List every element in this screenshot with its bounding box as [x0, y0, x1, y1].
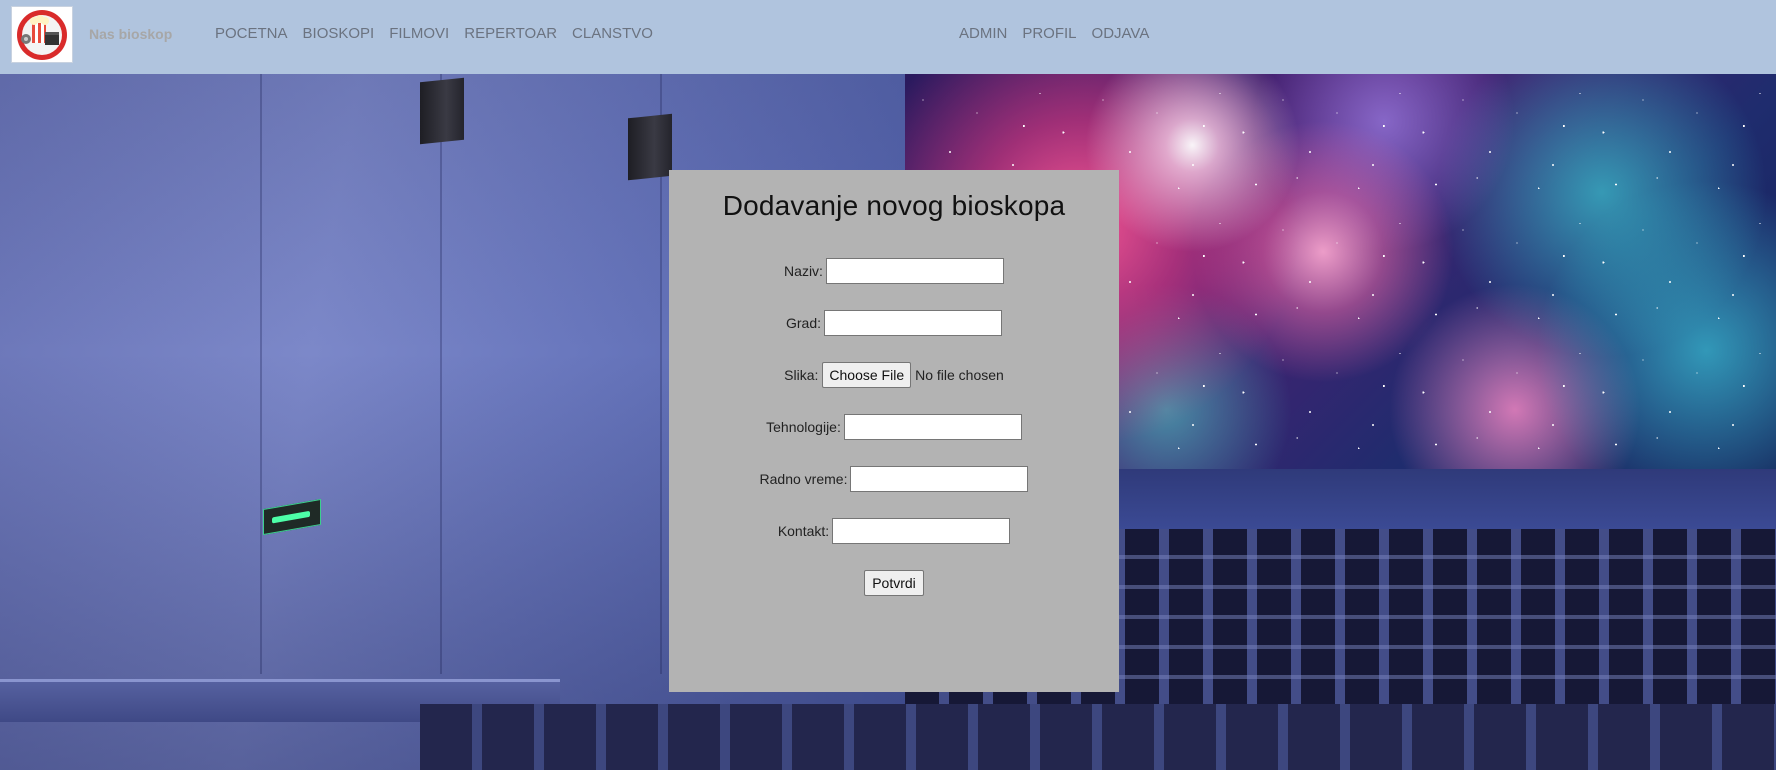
form-row-slika: Slika: Choose File No file chosen [669, 362, 1119, 388]
slika-label: Slika: [784, 367, 819, 383]
radno-vreme-input[interactable] [850, 466, 1029, 492]
user-nav: ADMIN PROFIL ODJAVA [959, 25, 1149, 42]
nav-link-bioskopi[interactable]: BIOSKOPI [303, 25, 375, 42]
form-row-naziv: Naziv: [669, 258, 1119, 284]
grad-label: Grad: [785, 315, 821, 331]
naziv-input[interactable] [825, 258, 1004, 284]
navbar: Nas bioskop POCETNA BIOSKOPI FILMOVI REP… [0, 0, 1776, 74]
radno-vreme-label: Radno vreme: [759, 471, 848, 487]
main-nav: POCETNA BIOSKOPI FILMOVI REPERTOAR CLANS… [215, 25, 653, 42]
brand-name[interactable]: Nas bioskop [89, 26, 172, 42]
brand-logo-icon[interactable] [11, 6, 73, 63]
potvrdi-button[interactable]: Potvrdi [864, 570, 924, 596]
tehnologije-input[interactable] [843, 414, 1022, 440]
kontakt-input[interactable] [832, 518, 1011, 544]
tehnologije-label: Tehnologije: [766, 419, 841, 435]
nav-link-profil[interactable]: PROFIL [1022, 25, 1076, 42]
nav-link-admin[interactable]: ADMIN [959, 25, 1007, 42]
file-status-text: No file chosen [915, 367, 1004, 383]
form-row-tehnologije: Tehnologije: [669, 414, 1119, 440]
form-row-kontakt: Kontakt: [669, 518, 1119, 544]
naziv-label: Naziv: [784, 263, 823, 279]
form-row-submit: Potvrdi [669, 570, 1119, 596]
form-row-grad: Grad: [669, 310, 1119, 336]
choose-file-button[interactable]: Choose File [822, 362, 912, 388]
nav-link-repertoar[interactable]: REPERTOAR [464, 25, 557, 42]
add-cinema-form-panel: Dodavanje novog bioskopa Naziv: Grad: Sl… [669, 170, 1119, 692]
front-seat-row [420, 704, 1776, 770]
kontakt-label: Kontakt: [777, 523, 830, 539]
grad-input[interactable] [824, 310, 1002, 336]
speaker-icon [420, 77, 464, 145]
form-title: Dodavanje novog bioskopa [722, 190, 1066, 221]
nav-link-odjava[interactable]: ODJAVA [1092, 25, 1150, 42]
nav-link-pocetna[interactable]: POCETNA [215, 25, 288, 42]
nav-link-filmovi[interactable]: FILMOVI [389, 25, 449, 42]
nav-link-clanstvo[interactable]: CLANSTVO [572, 25, 653, 42]
speaker-icon [628, 113, 672, 181]
form-row-radno-vreme: Radno vreme: [669, 466, 1119, 492]
